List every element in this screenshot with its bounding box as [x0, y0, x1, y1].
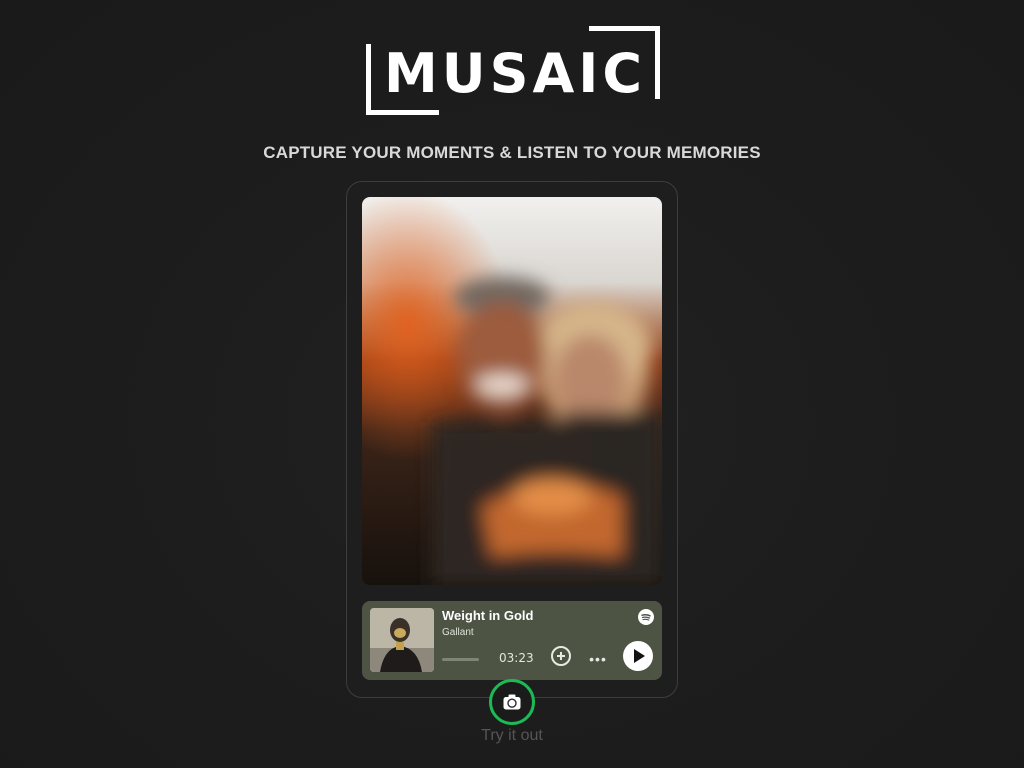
album-art — [370, 608, 434, 672]
camera-icon — [503, 694, 521, 710]
more-options-button[interactable]: ••• — [588, 651, 608, 667]
album-cover-image — [370, 608, 434, 672]
song-title: Weight in Gold — [442, 608, 534, 623]
logo-wordmark: MUSAIC — [384, 42, 646, 105]
add-to-library-button[interactable] — [551, 646, 571, 666]
try-it-out-link[interactable]: Try it out — [0, 727, 1024, 745]
music-player-card[interactable]: Weight in Gold Gallant 03:23 ••• — [362, 601, 662, 680]
selfie-photo — [362, 197, 662, 585]
song-artist: Gallant — [442, 627, 474, 638]
play-button[interactable] — [623, 641, 653, 671]
memory-photo — [362, 197, 662, 585]
track-duration: 03:23 — [499, 651, 534, 665]
progress-bar[interactable] — [442, 658, 479, 661]
page: MUSAIC CAPTURE YOUR MOMENTS & LISTEN TO … — [0, 0, 1024, 768]
spotify-glyph — [641, 613, 651, 621]
tagline: CAPTURE YOUR MOMENTS & LISTEN TO YOUR ME… — [263, 143, 761, 162]
camera-button[interactable] — [489, 679, 535, 725]
musaic-logo: MUSAIC — [366, 26, 660, 120]
play-icon — [634, 649, 645, 663]
spotify-icon[interactable] — [638, 609, 654, 625]
